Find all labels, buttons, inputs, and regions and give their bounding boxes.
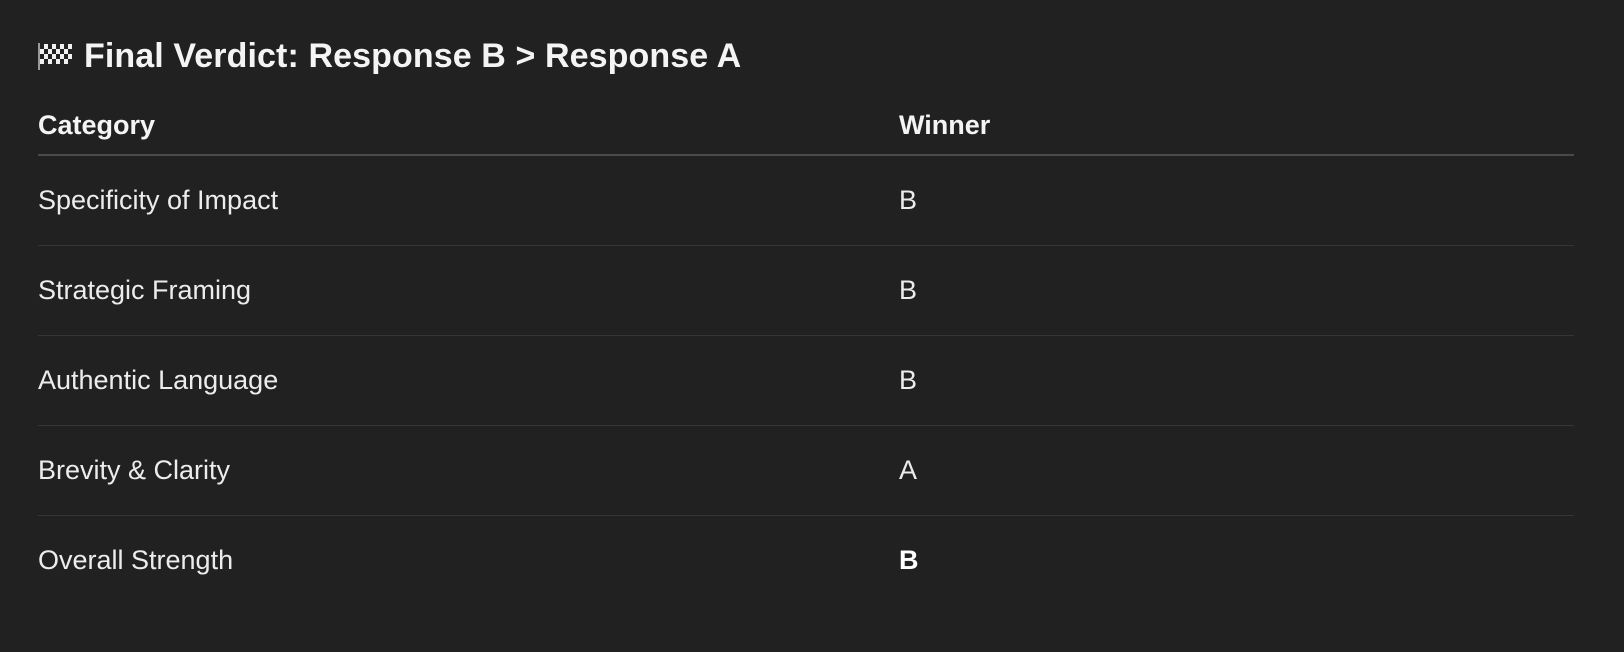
column-header-category: Category xyxy=(38,96,899,156)
table-header-row: Category Winner xyxy=(38,96,1574,156)
winner-cell: B xyxy=(899,245,1574,336)
winner-cell: A xyxy=(899,425,1574,516)
table-row: Authentic Language B xyxy=(38,335,1574,426)
verdict-section: Final Verdict: Response B > Response A C… xyxy=(38,32,1574,605)
category-cell: Strategic Framing xyxy=(38,245,899,336)
winner-cell: B xyxy=(899,335,1574,426)
winner-cell: B xyxy=(899,155,1574,246)
category-cell: Brevity & Clarity xyxy=(38,425,899,516)
winner-cell: B xyxy=(899,545,919,575)
verdict-heading-text: Final Verdict: Response B > Response A xyxy=(84,36,742,75)
category-cell: Overall Strength xyxy=(38,545,234,575)
column-header-winner: Winner xyxy=(899,96,1574,156)
category-cell: Specificity of Impact xyxy=(38,155,899,246)
table-row: Strategic Framing B xyxy=(38,245,1574,336)
verdict-table: Category Winner Specificity of Impact B … xyxy=(38,96,1574,605)
category-cell: Authentic Language xyxy=(38,335,899,426)
table-row-overall: Overall Strength B xyxy=(38,516,1574,606)
checkered-flag-icon xyxy=(38,42,72,70)
table-row: Brevity & Clarity A xyxy=(38,425,1574,516)
table-row: Specificity of Impact B xyxy=(38,155,1574,246)
verdict-heading: Final Verdict: Response B > Response A xyxy=(38,32,1574,80)
